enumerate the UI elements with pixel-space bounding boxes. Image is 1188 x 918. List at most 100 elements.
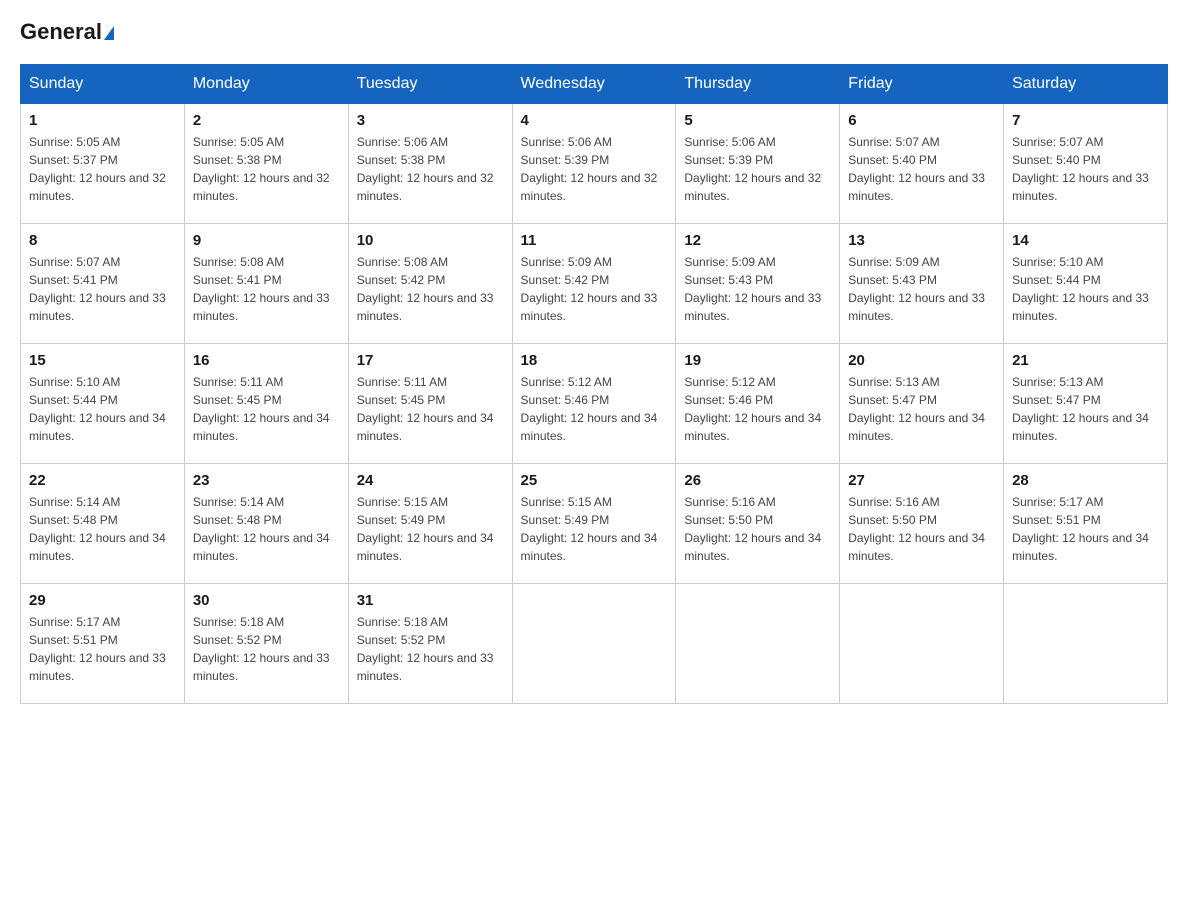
day-number: 16 bbox=[193, 352, 340, 369]
day-detail: Sunrise: 5:12 AMSunset: 5:46 PMDaylight:… bbox=[521, 373, 668, 445]
day-detail: Sunrise: 5:05 AMSunset: 5:37 PMDaylight:… bbox=[29, 133, 176, 205]
calendar-cell: 29 Sunrise: 5:17 AMSunset: 5:51 PMDayligh… bbox=[21, 584, 185, 704]
calendar-table: SundayMondayTuesdayWednesdayThursdayFrid… bbox=[20, 64, 1168, 704]
calendar-cell: 5Sunrise: 5:06 AMSunset: 5:39 PMDaylight… bbox=[676, 104, 840, 224]
day-number: 6 bbox=[848, 112, 995, 129]
day-detail: Sunrise: 5:10 AMSunset: 5:44 PMDaylight:… bbox=[29, 373, 176, 445]
calendar-cell: 24 Sunrise: 5:15 AMSunset: 5:49 PMDayligh… bbox=[348, 464, 512, 584]
header-tuesday: Tuesday bbox=[348, 65, 512, 104]
day-number: 7 bbox=[1012, 112, 1159, 129]
week-row-3: 15 Sunrise: 5:10 AMSunset: 5:44 PMDayligh… bbox=[21, 344, 1168, 464]
day-number: 21 bbox=[1012, 352, 1159, 369]
day-number: 26 bbox=[684, 472, 831, 489]
day-number: 2 bbox=[193, 112, 340, 129]
calendar-cell bbox=[676, 584, 840, 704]
calendar-cell: 16 Sunrise: 5:11 AMSunset: 5:45 PMDayligh… bbox=[184, 344, 348, 464]
day-detail: Sunrise: 5:18 AMSunset: 5:52 PMDaylight:… bbox=[193, 613, 340, 685]
day-detail: Sunrise: 5:11 AMSunset: 5:45 PMDaylight:… bbox=[193, 373, 340, 445]
calendar-header: SundayMondayTuesdayWednesdayThursdayFrid… bbox=[21, 65, 1168, 104]
header-monday: Monday bbox=[184, 65, 348, 104]
day-number: 9 bbox=[193, 232, 340, 249]
day-number: 29 bbox=[29, 592, 176, 609]
day-number: 27 bbox=[848, 472, 995, 489]
day-detail: Sunrise: 5:15 AMSunset: 5:49 PMDaylight:… bbox=[521, 493, 668, 565]
calendar-cell: 10Sunrise: 5:08 AMSunset: 5:42 PMDayligh… bbox=[348, 224, 512, 344]
calendar-cell: 2 Sunrise: 5:05 AMSunset: 5:38 PMDaylight… bbox=[184, 104, 348, 224]
calendar-cell: 25Sunrise: 5:15 AMSunset: 5:49 PMDayligh… bbox=[512, 464, 676, 584]
calendar-cell: 22 Sunrise: 5:14 AMSunset: 5:48 PMDayligh… bbox=[21, 464, 185, 584]
day-number: 22 bbox=[29, 472, 176, 489]
day-number: 12 bbox=[684, 232, 831, 249]
week-row-1: 1 Sunrise: 5:05 AMSunset: 5:37 PMDaylight… bbox=[21, 104, 1168, 224]
day-number: 24 bbox=[357, 472, 504, 489]
day-number: 31 bbox=[357, 592, 504, 609]
logo-general-text: General bbox=[20, 20, 114, 44]
day-detail: Sunrise: 5:05 AMSunset: 5:38 PMDaylight:… bbox=[193, 133, 340, 205]
calendar-cell: 7Sunrise: 5:07 AMSunset: 5:40 PMDaylight… bbox=[1004, 104, 1168, 224]
day-detail: Sunrise: 5:09 AMSunset: 5:43 PMDaylight:… bbox=[848, 253, 995, 325]
day-number: 23 bbox=[193, 472, 340, 489]
calendar-cell bbox=[1004, 584, 1168, 704]
day-detail: Sunrise: 5:07 AMSunset: 5:40 PMDaylight:… bbox=[848, 133, 995, 205]
calendar-cell: 17 Sunrise: 5:11 AMSunset: 5:45 PMDayligh… bbox=[348, 344, 512, 464]
day-detail: Sunrise: 5:11 AMSunset: 5:45 PMDaylight:… bbox=[357, 373, 504, 445]
day-detail: Sunrise: 5:17 AMSunset: 5:51 PMDaylight:… bbox=[29, 613, 176, 685]
day-number: 13 bbox=[848, 232, 995, 249]
calendar-cell bbox=[840, 584, 1004, 704]
logo: General bbox=[20, 20, 114, 44]
week-row-5: 29 Sunrise: 5:17 AMSunset: 5:51 PMDayligh… bbox=[21, 584, 1168, 704]
calendar-cell: 20Sunrise: 5:13 AMSunset: 5:47 PMDayligh… bbox=[840, 344, 1004, 464]
header-thursday: Thursday bbox=[676, 65, 840, 104]
calendar-cell: 1 Sunrise: 5:05 AMSunset: 5:37 PMDaylight… bbox=[21, 104, 185, 224]
calendar-cell: 31 Sunrise: 5:18 AMSunset: 5:52 PMDayligh… bbox=[348, 584, 512, 704]
calendar-cell: 21 Sunrise: 5:13 AMSunset: 5:47 PMDayligh… bbox=[1004, 344, 1168, 464]
day-detail: Sunrise: 5:10 AMSunset: 5:44 PMDaylight:… bbox=[1012, 253, 1159, 325]
day-number: 1 bbox=[29, 112, 176, 129]
week-row-4: 22 Sunrise: 5:14 AMSunset: 5:48 PMDayligh… bbox=[21, 464, 1168, 584]
day-number: 5 bbox=[684, 112, 831, 129]
day-detail: Sunrise: 5:06 AMSunset: 5:39 PMDaylight:… bbox=[521, 133, 668, 205]
day-number: 17 bbox=[357, 352, 504, 369]
calendar-cell: 11Sunrise: 5:09 AMSunset: 5:42 PMDayligh… bbox=[512, 224, 676, 344]
calendar-cell: 6 Sunrise: 5:07 AMSunset: 5:40 PMDaylight… bbox=[840, 104, 1004, 224]
header-saturday: Saturday bbox=[1004, 65, 1168, 104]
calendar-cell: 13 Sunrise: 5:09 AMSunset: 5:43 PMDayligh… bbox=[840, 224, 1004, 344]
calendar-cell bbox=[512, 584, 676, 704]
day-detail: Sunrise: 5:09 AMSunset: 5:43 PMDaylight:… bbox=[684, 253, 831, 325]
day-number: 20 bbox=[848, 352, 995, 369]
day-detail: Sunrise: 5:13 AMSunset: 5:47 PMDaylight:… bbox=[1012, 373, 1159, 445]
week-row-2: 8Sunrise: 5:07 AMSunset: 5:41 PMDaylight… bbox=[21, 224, 1168, 344]
calendar-cell: 23 Sunrise: 5:14 AMSunset: 5:48 PMDayligh… bbox=[184, 464, 348, 584]
day-detail: Sunrise: 5:18 AMSunset: 5:52 PMDaylight:… bbox=[357, 613, 504, 685]
calendar-cell: 8Sunrise: 5:07 AMSunset: 5:41 PMDaylight… bbox=[21, 224, 185, 344]
day-detail: Sunrise: 5:08 AMSunset: 5:41 PMDaylight:… bbox=[193, 253, 340, 325]
header-friday: Friday bbox=[840, 65, 1004, 104]
calendar-cell: 30 Sunrise: 5:18 AMSunset: 5:52 PMDayligh… bbox=[184, 584, 348, 704]
day-detail: Sunrise: 5:16 AMSunset: 5:50 PMDaylight:… bbox=[848, 493, 995, 565]
calendar-cell: 4 Sunrise: 5:06 AMSunset: 5:39 PMDaylight… bbox=[512, 104, 676, 224]
day-detail: Sunrise: 5:09 AMSunset: 5:42 PMDaylight:… bbox=[521, 253, 668, 325]
calendar-cell: 19Sunrise: 5:12 AMSunset: 5:46 PMDayligh… bbox=[676, 344, 840, 464]
calendar-cell: 27 Sunrise: 5:16 AMSunset: 5:50 PMDayligh… bbox=[840, 464, 1004, 584]
logo-triangle-icon bbox=[104, 26, 114, 40]
day-number: 30 bbox=[193, 592, 340, 609]
calendar-cell: 28Sunrise: 5:17 AMSunset: 5:51 PMDayligh… bbox=[1004, 464, 1168, 584]
calendar-cell: 15 Sunrise: 5:10 AMSunset: 5:44 PMDayligh… bbox=[21, 344, 185, 464]
day-number: 28 bbox=[1012, 472, 1159, 489]
calendar-cell: 9 Sunrise: 5:08 AMSunset: 5:41 PMDaylight… bbox=[184, 224, 348, 344]
day-number: 4 bbox=[521, 112, 668, 129]
day-number: 15 bbox=[29, 352, 176, 369]
day-detail: Sunrise: 5:14 AMSunset: 5:48 PMDaylight:… bbox=[29, 493, 176, 565]
calendar-body: 1 Sunrise: 5:05 AMSunset: 5:37 PMDaylight… bbox=[21, 104, 1168, 704]
day-detail: Sunrise: 5:14 AMSunset: 5:48 PMDaylight:… bbox=[193, 493, 340, 565]
calendar-cell: 18 Sunrise: 5:12 AMSunset: 5:46 PMDayligh… bbox=[512, 344, 676, 464]
header-wednesday: Wednesday bbox=[512, 65, 676, 104]
day-number: 18 bbox=[521, 352, 668, 369]
calendar-cell: 3Sunrise: 5:06 AMSunset: 5:38 PMDaylight… bbox=[348, 104, 512, 224]
day-number: 10 bbox=[357, 232, 504, 249]
day-number: 3 bbox=[357, 112, 504, 129]
day-detail: Sunrise: 5:07 AMSunset: 5:41 PMDaylight:… bbox=[29, 253, 176, 325]
calendar-cell: 14Sunrise: 5:10 AMSunset: 5:44 PMDayligh… bbox=[1004, 224, 1168, 344]
header-sunday: Sunday bbox=[21, 65, 185, 104]
day-detail: Sunrise: 5:15 AMSunset: 5:49 PMDaylight:… bbox=[357, 493, 504, 565]
